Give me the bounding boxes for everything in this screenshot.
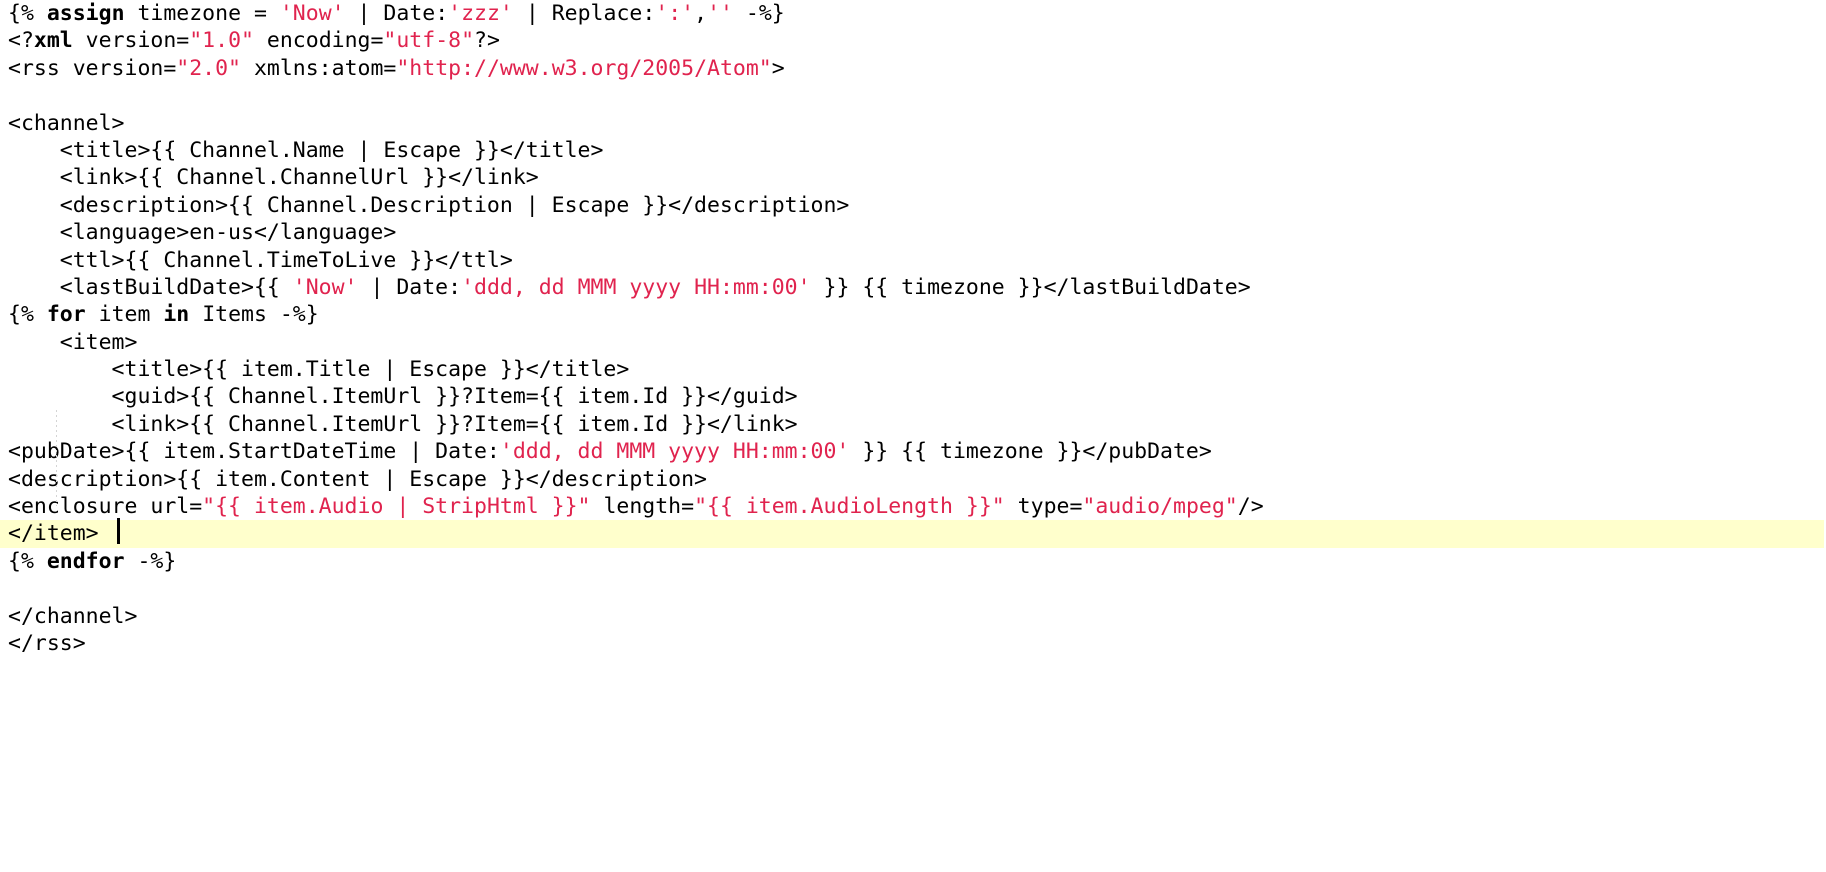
- code-token-plain: | Date:: [357, 274, 462, 300]
- text-cursor-caret: [117, 518, 120, 544]
- code-line[interactable]: <ttl>{{ Channel.TimeToLive }}</ttl>: [0, 247, 1826, 274]
- code-token-plain: <title>{{ item.Title | Escape }}</title>: [8, 357, 630, 383]
- code-line[interactable]: [0, 82, 1826, 109]
- code-token-str: "{{ item.AudioLength }}": [694, 494, 1005, 520]
- code-line[interactable]: <language>en-us</language>: [0, 219, 1826, 246]
- code-token-str: "http://www.w3.org/2005/Atom": [396, 55, 772, 81]
- code-token-plain: length=: [590, 494, 695, 520]
- code-token-plain: <link>{{ Channel.ChannelUrl }}</link>: [8, 165, 539, 191]
- code-token-plain: </rss>: [8, 630, 86, 656]
- code-token-plain: ,: [694, 1, 708, 26]
- code-token-plain: ?>: [474, 28, 500, 54]
- code-token-kw: for: [46, 302, 86, 328]
- code-line[interactable]: <item>: [0, 329, 1826, 356]
- code-token-plain: <lastBuildDate>{{: [8, 274, 293, 300]
- code-token-plain: <channel>: [8, 110, 125, 136]
- code-line[interactable]: </channel>: [0, 603, 1826, 630]
- code-line[interactable]: {% for item in Items -%}: [0, 301, 1826, 328]
- code-token-plain: <description>{{ item.Content | Escape }}…: [8, 466, 707, 492]
- code-token-str: "utf-8": [383, 28, 475, 54]
- code-token-str: "2.0": [176, 55, 242, 81]
- code-token-plain: }} {{ timezone }}</lastBuildDate>: [810, 274, 1251, 300]
- code-token-plain: <item>: [8, 329, 138, 355]
- code-line[interactable]: <pubDate>{{ item.StartDateTime | Date:'d…: [0, 438, 1826, 465]
- code-token-str: '': [707, 1, 733, 26]
- code-token-plain: -%}: [124, 548, 177, 574]
- code-token-plain: encoding=: [253, 28, 384, 54]
- code-editor[interactable]: {% assign timezone = 'Now' | Date:'zzz' …: [0, 0, 1826, 872]
- code-token-plain: <ttl>{{ Channel.TimeToLive }}</ttl>: [8, 247, 513, 273]
- code-line[interactable]: <title>{{ Channel.Name | Escape }}</titl…: [0, 137, 1826, 164]
- code-token-plain: <description>{{ Channel.Description | Es…: [8, 192, 850, 218]
- code-token-plain: | Replace:: [512, 1, 656, 26]
- code-token-plain: Items -%}: [189, 302, 319, 328]
- code-token-plain: }} {{ timezone }}</pubDate>: [849, 439, 1212, 465]
- code-lines-container[interactable]: {% assign timezone = 'Now' | Date:'zzz' …: [0, 0, 1826, 657]
- code-line[interactable]: </rss>: [0, 630, 1826, 657]
- code-token-plain: />: [1237, 494, 1264, 520]
- code-token-plain: <title>{{ Channel.Name | Escape }}</titl…: [8, 137, 604, 163]
- code-token-plain: {%: [8, 302, 47, 328]
- code-token-plain: <?: [8, 28, 34, 54]
- code-token-plain: {%: [8, 548, 47, 574]
- code-line[interactable]: [0, 575, 1826, 602]
- code-token-str: 'ddd, dd MMM yyyy HH:mm:00': [461, 274, 811, 300]
- code-token-plain: item: [85, 302, 164, 328]
- code-token-plain: <guid>{{ Channel.ItemUrl }}?Item={{ item…: [8, 384, 798, 410]
- code-token-plain: <language>en-us</language>: [8, 220, 397, 246]
- code-token-plain: type=: [1004, 494, 1083, 520]
- code-token-str: 'Now': [292, 274, 358, 300]
- code-token-plain: xmlns:atom=: [241, 55, 397, 81]
- code-token-plain: >: [771, 55, 785, 81]
- code-token-str: "audio/mpeg": [1082, 494, 1238, 520]
- code-line[interactable]: {% assign timezone = 'Now' | Date:'zzz' …: [0, 0, 1826, 27]
- code-token-plain: timezone =: [124, 1, 280, 26]
- code-token-plain: <link>{{ Channel.ItemUrl }}?Item={{ item…: [8, 411, 798, 437]
- code-token-plain: </item>: [8, 521, 99, 547]
- code-line[interactable]: <guid>{{ Channel.ItemUrl }}?Item={{ item…: [0, 383, 1826, 410]
- code-line[interactable]: <description>{{ item.Content | Escape }}…: [0, 466, 1826, 493]
- code-token-str: 'zzz': [448, 1, 513, 26]
- code-token-plain: | Date:: [344, 1, 449, 26]
- code-token-plain: <rss version=: [8, 55, 177, 81]
- code-line[interactable]: <link>{{ Channel.ItemUrl }}?Item={{ item…: [0, 411, 1826, 438]
- code-token-str: ':': [655, 1, 695, 26]
- code-line[interactable]: <rss version="2.0" xmlns:atom="http://ww…: [0, 55, 1826, 82]
- code-token-str: "1.0": [189, 28, 254, 54]
- code-token-plain: </channel>: [8, 603, 138, 629]
- code-token-plain: -%}: [732, 1, 785, 26]
- code-line[interactable]: <link>{{ Channel.ChannelUrl }}</link>: [0, 164, 1826, 191]
- code-line-current[interactable]: </item>: [0, 520, 1824, 548]
- code-token-str: 'Now': [279, 1, 345, 26]
- code-line[interactable]: <lastBuildDate>{{ 'Now' | Date:'ddd, dd …: [0, 274, 1826, 301]
- code-token-plain: <enclosure url=: [8, 494, 203, 520]
- code-token-kw: xml: [33, 28, 73, 54]
- code-token-kw: assign: [46, 1, 125, 26]
- code-token-plain: <pubDate>{{ item.StartDateTime | Date:: [8, 439, 500, 465]
- code-line[interactable]: <title>{{ item.Title | Escape }}</title>: [0, 356, 1826, 383]
- code-line[interactable]: <enclosure url="{{ item.Audio | StripHtm…: [0, 493, 1826, 520]
- code-token-str: "{{ item.Audio | StripHtml }}": [202, 494, 591, 520]
- code-line[interactable]: {% endfor -%}: [0, 548, 1826, 575]
- code-token-kw: in: [163, 302, 190, 328]
- code-line[interactable]: <?xml version="1.0" encoding="utf-8"?>: [0, 27, 1826, 54]
- indent-guide: [56, 410, 57, 506]
- code-token-plain: version=: [72, 28, 190, 54]
- code-line[interactable]: <description>{{ Channel.Description | Es…: [0, 192, 1826, 219]
- code-token-str: 'ddd, dd MMM yyyy HH:mm:00': [499, 439, 850, 465]
- code-token-plain: {%: [8, 1, 47, 26]
- code-line[interactable]: <channel>: [0, 110, 1826, 137]
- code-token-kw: endfor: [46, 548, 125, 574]
